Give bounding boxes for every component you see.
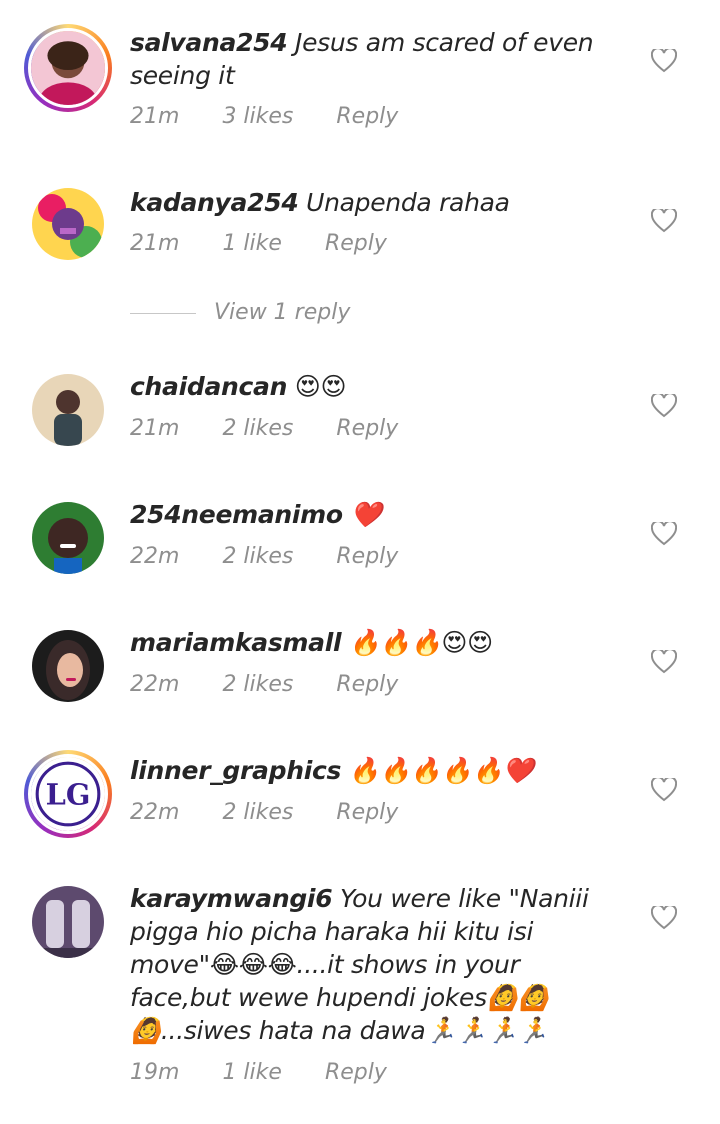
username[interactable]: kadanya254	[130, 188, 299, 217]
timestamp: 21m	[130, 416, 180, 441]
reply-button[interactable]: Reply	[336, 416, 398, 441]
timestamp: 21m	[130, 104, 180, 129]
comment-text: chaidancan 😍😍	[130, 370, 610, 403]
comment-text: salvana254 Jesus am scared of even seein…	[130, 26, 610, 92]
username[interactable]: linner_graphics	[130, 756, 341, 785]
timestamp: 22m	[130, 800, 180, 825]
reply-button[interactable]: Reply	[336, 544, 398, 569]
comment-body: 😍😍	[294, 372, 347, 401]
avatar[interactable]	[24, 24, 112, 112]
comment-body: ❤️	[350, 500, 382, 529]
reply-button[interactable]: Reply	[336, 672, 398, 697]
likes-count[interactable]: 3 likes	[222, 104, 293, 129]
timestamp: 22m	[130, 544, 180, 569]
likes-count[interactable]: 1 like	[222, 1060, 282, 1085]
heart-icon[interactable]	[651, 394, 677, 418]
heart-icon[interactable]	[651, 650, 677, 674]
likes-count[interactable]: 2 likes	[222, 672, 293, 697]
comment-meta: 22m 2 likes Reply	[130, 800, 434, 825]
timestamp: 19m	[130, 1060, 180, 1085]
username[interactable]: karaymwangi6	[130, 884, 333, 913]
username[interactable]: 254neemanimo	[130, 500, 343, 529]
username[interactable]: salvana254	[130, 28, 288, 57]
comment-body: 🔥🔥🔥🔥🔥❤️	[348, 756, 534, 785]
reply-button[interactable]: Reply	[325, 1060, 387, 1085]
username[interactable]: chaidancan	[130, 372, 287, 401]
comment-text: 254neemanimo ❤️	[130, 498, 610, 531]
comment-meta: 21m 1 like Reply	[130, 231, 423, 256]
comment-meta: 21m 2 likes Reply	[130, 416, 434, 441]
avatar[interactable]	[32, 630, 104, 702]
avatar[interactable]	[32, 188, 104, 260]
likes-count[interactable]: 2 likes	[222, 544, 293, 569]
comment-text: mariamkasmall 🔥🔥🔥😍😍	[130, 626, 610, 659]
username[interactable]: mariamkasmall	[130, 628, 342, 657]
heart-icon[interactable]	[651, 906, 677, 930]
comment-meta: 19m 1 like Reply	[130, 1060, 423, 1085]
avatar[interactable]	[32, 374, 104, 446]
logo-text: LG	[46, 777, 91, 811]
timestamp: 21m	[130, 231, 180, 256]
comment-body: 🔥🔥🔥😍😍	[348, 628, 493, 657]
comment-text: karaymwangi6 You were like "Naniii pigga…	[130, 882, 610, 1047]
heart-icon[interactable]	[651, 209, 677, 233]
comment-text: linner_graphics 🔥🔥🔥🔥🔥❤️	[130, 754, 610, 787]
heart-icon[interactable]	[651, 778, 677, 802]
heart-icon[interactable]	[651, 49, 677, 73]
reply-button[interactable]: Reply	[325, 231, 387, 256]
view-replies-label: View 1 reply	[214, 300, 351, 325]
comment-text: kadanya254 Unapenda rahaa	[130, 186, 610, 219]
timestamp: 22m	[130, 672, 180, 697]
likes-count[interactable]: 2 likes	[222, 800, 293, 825]
reply-button[interactable]: Reply	[336, 800, 398, 825]
likes-count[interactable]: 2 likes	[222, 416, 293, 441]
comment-meta: 22m 2 likes Reply	[130, 672, 434, 697]
heart-icon[interactable]	[651, 522, 677, 546]
avatar[interactable]: LG	[24, 750, 112, 838]
likes-count[interactable]: 1 like	[222, 231, 282, 256]
reply-button[interactable]: Reply	[336, 104, 398, 129]
comment-meta: 21m 3 likes Reply	[130, 104, 434, 129]
avatar[interactable]	[32, 502, 104, 574]
comment-meta: 22m 2 likes Reply	[130, 544, 434, 569]
avatar[interactable]	[32, 886, 104, 958]
view-replies-button[interactable]: View 1 reply	[130, 300, 350, 325]
divider-line	[130, 312, 196, 314]
comment-body: Unapenda rahaa	[306, 188, 510, 217]
